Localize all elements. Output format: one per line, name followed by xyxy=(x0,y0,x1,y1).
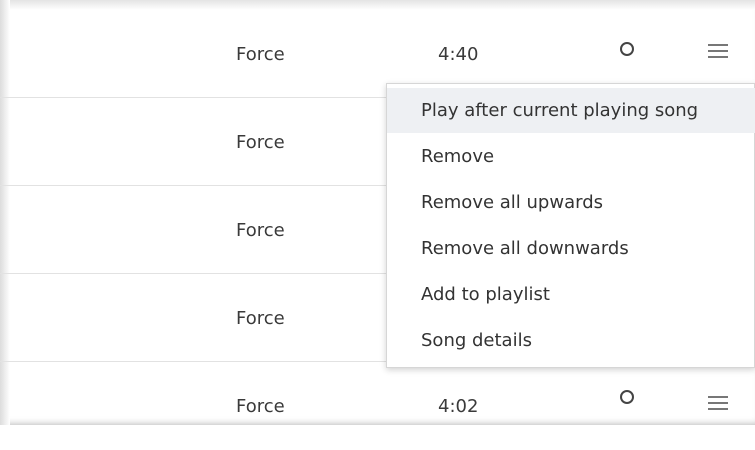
menu-item-play-next[interactable]: Play after current playing song xyxy=(387,88,755,133)
artist-label[interactable]: Force xyxy=(236,308,285,329)
menu-item-remove-downwards[interactable]: Remove all downwards xyxy=(387,226,755,271)
circle-outline-icon[interactable] xyxy=(620,390,634,404)
song-row[interactable]: Force 4:02 xyxy=(0,362,755,450)
menu-item-add-to-playlist[interactable]: Add to playlist xyxy=(387,272,755,317)
top-shadow xyxy=(0,0,755,10)
menu-item-remove[interactable]: Remove xyxy=(387,134,755,179)
artist-label[interactable]: Force xyxy=(236,132,285,153)
menu-item-remove-upwards[interactable]: Remove all upwards xyxy=(387,180,755,225)
duration-label: 4:40 xyxy=(438,44,479,65)
hamburger-menu-icon[interactable] xyxy=(708,44,728,58)
artist-label[interactable]: Force xyxy=(236,44,285,65)
duration-label: 4:02 xyxy=(438,396,479,417)
song-context-menu: Play after current playing song Remove R… xyxy=(386,83,755,368)
artist-label[interactable]: Force xyxy=(236,396,285,417)
hamburger-menu-icon[interactable] xyxy=(708,396,728,410)
menu-item-song-details[interactable]: Song details xyxy=(387,318,755,363)
artist-label[interactable]: Force xyxy=(236,220,285,241)
circle-outline-icon[interactable] xyxy=(620,42,634,56)
song-list-panel: Force 4:40 Force Force Force Force 4:02 … xyxy=(0,0,755,425)
